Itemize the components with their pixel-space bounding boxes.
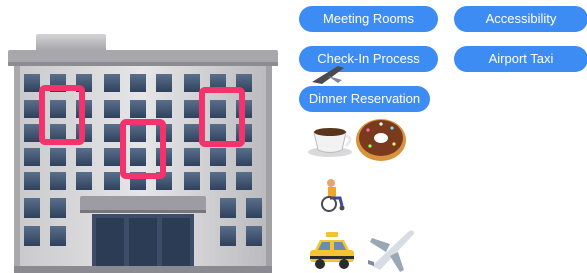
building-window (184, 148, 200, 166)
building-window (220, 198, 236, 218)
building-window (24, 124, 40, 142)
building-entrance (92, 214, 194, 268)
building-window (104, 148, 120, 166)
building-window (156, 100, 172, 118)
building-window (50, 226, 66, 246)
building-window (104, 100, 120, 118)
building-window (184, 74, 200, 92)
accessibility-button[interactable]: Accessibility (454, 6, 587, 32)
building-window (236, 172, 252, 190)
building-window (24, 74, 40, 92)
building-window (50, 198, 66, 218)
building-window (210, 148, 226, 166)
building-window (24, 198, 40, 218)
building-window (210, 100, 226, 118)
taxi-icon (310, 232, 354, 269)
building-window (210, 124, 226, 142)
building-window (104, 74, 120, 92)
building-window (76, 172, 92, 190)
building-window (104, 172, 120, 190)
building-window (50, 172, 66, 190)
building-window (246, 226, 262, 246)
building-window (104, 124, 120, 142)
building-window (24, 172, 40, 190)
dinner-reservation-button[interactable]: Dinner Reservation (299, 86, 430, 112)
building-window (184, 172, 200, 190)
building-window (156, 74, 172, 92)
building-window (236, 148, 252, 166)
building-roof-ledge (8, 50, 278, 64)
airplane-icon (368, 230, 414, 272)
building-window (220, 226, 236, 246)
building-window (50, 100, 66, 118)
building-window (76, 148, 92, 166)
building-window (130, 148, 146, 166)
building-window (50, 148, 66, 166)
coffee-icon (308, 128, 352, 157)
building-window (130, 100, 146, 118)
building-window (24, 148, 40, 166)
airport-taxi-button[interactable]: Airport Taxi (454, 46, 587, 72)
building-window (184, 100, 200, 118)
building-window (246, 198, 262, 218)
building-canopy (80, 196, 206, 212)
airplane-icon-partial (312, 66, 344, 84)
building-window (184, 124, 200, 142)
building-window (130, 124, 146, 142)
wheelchair-icon (321, 179, 345, 212)
office-building-image (8, 34, 278, 273)
building-window (210, 172, 226, 190)
building-window (24, 226, 40, 246)
meeting-rooms-button[interactable]: Meeting Rooms (299, 6, 438, 32)
donut-icon (356, 119, 406, 161)
building-window (130, 74, 146, 92)
building-window (24, 100, 40, 118)
